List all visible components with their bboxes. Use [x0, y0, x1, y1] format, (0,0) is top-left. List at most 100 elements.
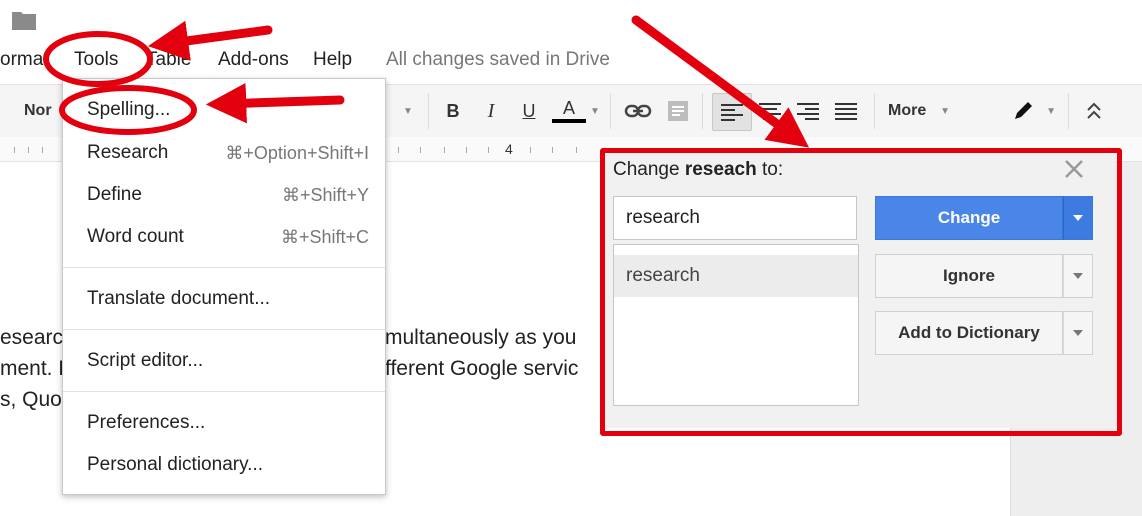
menu-item-word-count[interactable]: Word count	[87, 226, 184, 248]
align-left-icon	[721, 104, 743, 121]
menu-help[interactable]: Help	[313, 49, 352, 71]
ruler-tick	[530, 147, 531, 153]
chevron-down-icon	[1073, 273, 1083, 279]
chevron-down-icon	[1073, 330, 1083, 336]
menu-table[interactable]: Table	[146, 49, 191, 71]
text-color-icon: A	[562, 98, 575, 118]
close-button[interactable]	[1061, 156, 1087, 182]
menu-item-personal-dictionary[interactable]: Personal dictionary...	[87, 454, 263, 476]
bold-icon: B	[446, 100, 460, 121]
add-to-dictionary-button-group: Add to Dictionary	[875, 311, 1093, 355]
chevron-down-icon: ▼	[940, 105, 950, 117]
ruler-tick	[28, 147, 29, 153]
collapse-icon	[1087, 102, 1101, 119]
replacement-input[interactable]	[613, 196, 857, 240]
ignore-button-group: Ignore	[875, 254, 1093, 298]
suggestion-item[interactable]: research	[614, 255, 858, 297]
menu-shortcut: ⌘+Shift+Y	[281, 185, 369, 205]
document-text-line: esearc	[0, 326, 64, 349]
menu-item-spelling[interactable]: Spelling...	[87, 99, 170, 121]
align-justify-button[interactable]	[832, 97, 860, 125]
text-color-button[interactable]: A	[552, 97, 586, 125]
ruler-tick	[444, 147, 445, 153]
paragraph-style-label: Nor	[24, 102, 52, 119]
menu-item-research[interactable]: Research	[87, 142, 168, 164]
comment-icon	[668, 101, 688, 121]
align-right-icon	[797, 103, 819, 120]
menu-divider	[63, 329, 385, 330]
document-text-line: fferent Google servic	[385, 357, 579, 380]
tools-menu: Spelling... Research ⌘+Option+Shift+I De…	[62, 78, 386, 495]
document-text-line: multaneously as you	[385, 326, 577, 349]
toolbar-divider	[610, 93, 611, 129]
change-dropdown-button[interactable]	[1063, 196, 1093, 240]
italic-button[interactable]: I	[478, 97, 504, 125]
more-button[interactable]: More ▼	[888, 97, 950, 125]
align-right-button[interactable]	[794, 97, 822, 125]
ruler-tick	[420, 147, 421, 153]
editing-mode-button[interactable]: ▼	[1012, 97, 1056, 125]
insert-comment-button[interactable]	[664, 97, 692, 125]
menu-item-define[interactable]: Define	[87, 184, 142, 206]
align-center-icon	[759, 103, 781, 120]
italic-icon: I	[487, 99, 495, 122]
toolbar-divider	[1068, 93, 1069, 129]
menu-item-translate-document[interactable]: Translate document...	[87, 288, 270, 310]
ignore-button[interactable]: Ignore	[875, 254, 1063, 298]
pen-icon	[1015, 102, 1032, 119]
ruler-tick	[488, 147, 489, 153]
bold-button[interactable]: B	[440, 97, 466, 125]
menu-item-script-editor[interactable]: Script editor...	[87, 350, 203, 372]
ruler-tick	[552, 147, 553, 153]
add-to-dictionary-button[interactable]: Add to Dictionary	[875, 311, 1063, 355]
add-to-dictionary-dropdown-button[interactable]	[1063, 311, 1093, 355]
dialog-title-prefix: Change	[613, 159, 680, 180]
change-button-label: Change	[937, 208, 1001, 227]
ruler-tick	[398, 147, 399, 153]
align-left-button[interactable]	[712, 93, 752, 131]
save-status: All changes saved in Drive	[386, 49, 610, 70]
folder-icon[interactable]	[12, 10, 36, 30]
close-icon	[1065, 160, 1083, 178]
underline-button[interactable]: U	[516, 97, 542, 125]
chevron-down-icon: ▼	[403, 105, 413, 117]
more-label: More	[888, 102, 927, 119]
ruler-number: 4	[505, 141, 513, 157]
menu-item-preferences[interactable]: Preferences...	[87, 412, 205, 434]
menu-tools[interactable]: Tools	[74, 49, 118, 71]
menu-shortcut: ⌘+Shift+C	[280, 227, 369, 247]
add-to-dictionary-label: Add to Dictionary	[898, 323, 1040, 342]
ruler-tick	[42, 147, 43, 153]
chevron-down-icon	[1073, 215, 1083, 221]
underline-icon: U	[522, 100, 536, 121]
suggestion-list: research	[613, 244, 859, 406]
ignore-button-label: Ignore	[943, 266, 995, 285]
insert-link-button[interactable]	[622, 97, 654, 125]
ignore-dropdown-button[interactable]	[1063, 254, 1093, 298]
dialog-title: Change reseach to:	[613, 159, 783, 181]
change-button-group: Change	[875, 196, 1093, 240]
ruler-tick	[14, 147, 15, 153]
spelling-dialog: Change reseach to: research Change Ignor…	[603, 150, 1115, 428]
align-justify-icon	[835, 103, 857, 120]
text-color-dropdown[interactable]: ▼	[588, 97, 602, 125]
toolbar-divider	[874, 93, 875, 129]
align-center-button[interactable]	[756, 97, 784, 125]
suggestion-text: research	[626, 265, 700, 286]
menu-shortcut: ⌘+Option+Shift+I	[225, 143, 369, 163]
font-size-dropdown[interactable]: ▼	[400, 97, 416, 125]
menu-add-ons[interactable]: Add-ons	[218, 49, 289, 71]
menubar: ormat Tools Table Add-ons Help All chang…	[0, 40, 1142, 80]
chevron-down-icon: ▼	[590, 105, 600, 117]
toolbar-divider	[428, 93, 429, 129]
change-button[interactable]: Change	[875, 196, 1063, 240]
collapse-toolbar-button[interactable]	[1080, 97, 1108, 125]
ruler-tick	[466, 147, 467, 153]
document-text-line: s, Quo	[0, 388, 62, 411]
ruler-tick	[576, 147, 577, 153]
text-color-swatch	[552, 119, 586, 123]
menu-format[interactable]: ormat	[0, 49, 49, 71]
menu-divider	[63, 391, 385, 392]
toolbar-divider	[702, 93, 703, 129]
document-text-line: ment. F	[0, 357, 72, 380]
